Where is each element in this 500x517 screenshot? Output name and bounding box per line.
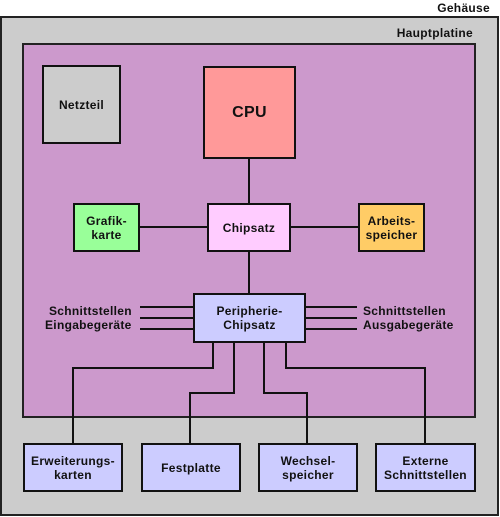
output-interfaces-label-1: Schnittstellen [363, 304, 446, 318]
expansion-cards-box: Erweiterungs- karten [23, 443, 123, 492]
input-interfaces-label-2: Eingabegeräte [45, 318, 132, 332]
removable-storage-box: Wechsel- speicher [258, 443, 358, 492]
output-interfaces-label-2: Ausgabegeräte [363, 318, 454, 332]
input-interfaces-label-1: Schnittstellen [49, 304, 132, 318]
removable-storage-label: Wechsel- speicher [280, 453, 336, 482]
chipset-box: Chipsatz [207, 203, 291, 252]
graphics-box: Grafik- karte [73, 203, 140, 252]
cpu-box: CPU [203, 66, 296, 159]
harddisk-label: Festplatte [161, 460, 221, 475]
harddisk-box: Festplatte [141, 443, 241, 492]
peripheral-chipset-box: Peripherie- Chipsatz [193, 293, 306, 343]
peripheral-chipset-label: Peripherie- Chipsatz [216, 304, 283, 332]
memory-label: Arbeits- speicher [365, 213, 418, 242]
graphics-label: Grafik- karte [86, 213, 127, 242]
memory-box: Arbeits- speicher [358, 203, 425, 252]
external-interfaces-label: Externe Schnittstellen [384, 453, 467, 482]
psu-label: Netzteil [58, 97, 105, 112]
expansion-cards-label: Erweiterungs- karten [31, 453, 115, 482]
psu-box: Netzteil [42, 65, 121, 144]
external-interfaces-box: Externe Schnittstellen [375, 443, 476, 492]
chipset-label: Chipsatz [222, 220, 276, 235]
cpu-label: CPU [232, 103, 267, 121]
